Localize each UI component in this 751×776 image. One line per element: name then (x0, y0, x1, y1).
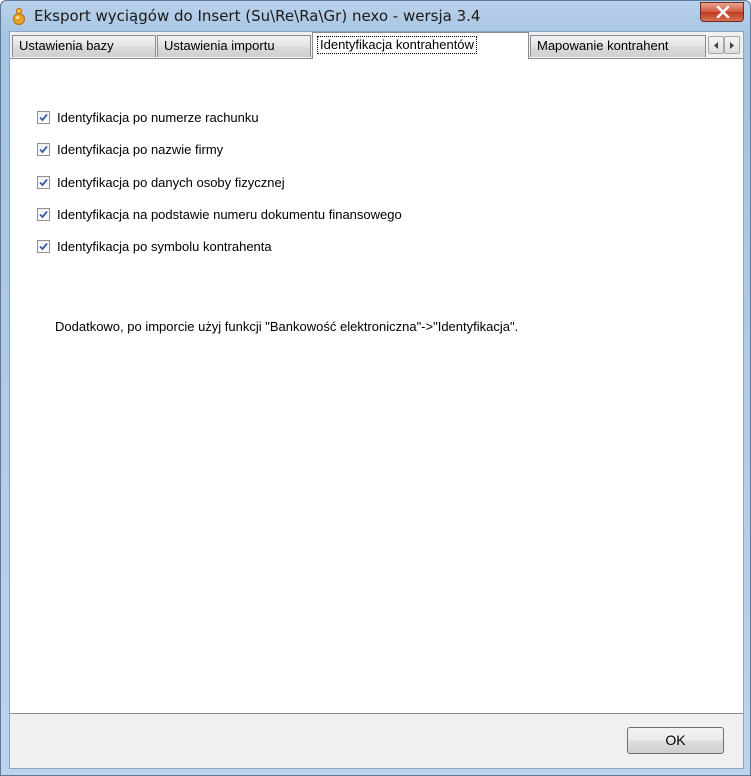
tab-identyfikacja-kontrahentow[interactable]: Identyfikacja kontrahentów (312, 32, 529, 59)
tab-ustawienia-bazy[interactable]: Ustawienia bazy (12, 35, 156, 57)
check-icon (39, 242, 48, 250)
tab-page-identyfikacja: Identyfikacja po numerze rachunku Identy… (10, 58, 743, 714)
chevron-left-icon (714, 42, 718, 49)
option-label: Identyfikacja po danych osoby fizycznej (57, 174, 285, 190)
check-icon (39, 113, 48, 121)
app-icon (10, 7, 28, 25)
check-icon (39, 210, 48, 218)
option-label: Identyfikacja po nazwie firmy (57, 141, 224, 157)
tab-label: Identyfikacja kontrahentów (317, 36, 477, 54)
option-label: Identyfikacja na podstawie numeru dokume… (57, 206, 402, 222)
option-dokument-finansowy[interactable]: Identyfikacja na podstawie numeru dokume… (37, 205, 402, 223)
checkbox[interactable] (37, 239, 50, 253)
title-bar[interactable]: Eksport wyciągów do Insert (Su\Re\Ra\Gr)… (1, 1, 750, 31)
checkbox[interactable] (37, 110, 50, 124)
checkbox[interactable] (37, 175, 50, 189)
check-icon (39, 178, 48, 186)
client-area: Ustawienia bazy Ustawienia importu Ident… (9, 31, 744, 769)
option-nazwa-firmy[interactable]: Identyfikacja po nazwie firmy (37, 140, 223, 158)
option-label: Identyfikacja po numerze rachunku (57, 109, 259, 125)
ok-button[interactable]: OK (627, 727, 724, 754)
option-label: Identyfikacja po symbolu kontrahenta (57, 238, 272, 254)
option-numer-rachunku[interactable]: Identyfikacja po numerze rachunku (37, 108, 259, 126)
tab-scroll-right-button[interactable] (724, 36, 740, 54)
close-button[interactable] (700, 2, 744, 22)
dialog-window: Eksport wyciągów do Insert (Su\Re\Ra\Gr)… (0, 0, 751, 776)
info-text: Dodatkowo, po imporcie użyj funkcji "Ban… (55, 319, 519, 334)
close-icon (716, 6, 730, 18)
tab-scroll-left-button[interactable] (708, 36, 724, 54)
checkbox[interactable] (37, 207, 50, 221)
tab-strip: Ustawienia bazy Ustawienia importu Ident… (10, 32, 743, 59)
window-title: Eksport wyciągów do Insert (Su\Re\Ra\Gr)… (34, 7, 481, 25)
tab-label: Ustawienia importu (164, 38, 275, 53)
tab-label: Mapowanie kontrahent (537, 38, 669, 53)
option-symbol-kontrahenta[interactable]: Identyfikacja po symbolu kontrahenta (37, 237, 272, 255)
chevron-right-icon (730, 42, 734, 49)
tab-mapowanie-kontrahent[interactable]: Mapowanie kontrahent (530, 35, 706, 57)
check-icon (39, 145, 48, 153)
tab-ustawienia-importu[interactable]: Ustawienia importu (157, 35, 311, 57)
checkbox[interactable] (37, 142, 50, 156)
option-osoba-fizyczna[interactable]: Identyfikacja po danych osoby fizycznej (37, 173, 285, 191)
tab-label: Ustawienia bazy (19, 38, 114, 53)
